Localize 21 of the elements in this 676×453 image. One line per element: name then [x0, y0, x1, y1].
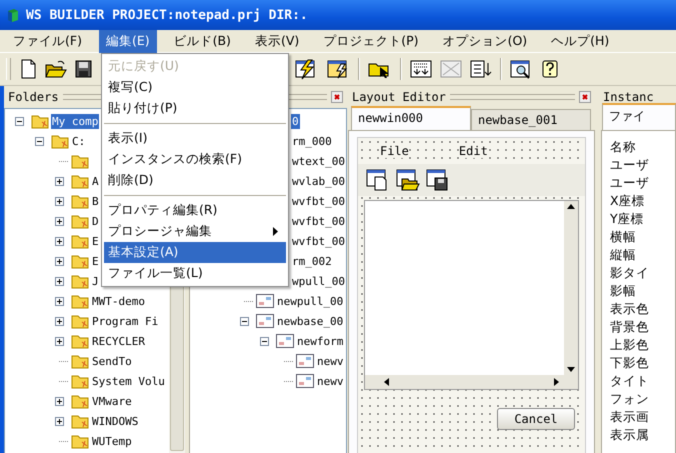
property-name: 上影色 [610, 337, 650, 354]
panel-title: Instanc [603, 90, 654, 104]
property-name: Y座標 [610, 211, 645, 228]
property-name: 表示色 [610, 301, 650, 318]
property-name: 横幅 [610, 229, 637, 246]
property-name: タイト [610, 373, 650, 390]
property-name: 影幅 [610, 283, 637, 300]
property-name: 下影色 [610, 355, 650, 372]
property-name: 影タイ [610, 265, 650, 282]
panel-title: Layout Editor [352, 90, 446, 104]
property-name: フォン [610, 391, 650, 408]
property-name: X座標 [610, 193, 646, 210]
property-name: 名称 [610, 139, 637, 156]
window-title: WS BUILDER PROJECT:notepad.prj DIR:. [26, 8, 308, 22]
property-name: ユーザ [610, 157, 650, 174]
property-name: 表示画 [610, 409, 650, 426]
property-name: 表示属 [610, 427, 650, 444]
property-name: 背景色 [610, 319, 650, 336]
property-name: 縦幅 [610, 247, 637, 264]
panel-title: Folders [8, 90, 59, 104]
property-name: ユーザ [610, 175, 650, 192]
